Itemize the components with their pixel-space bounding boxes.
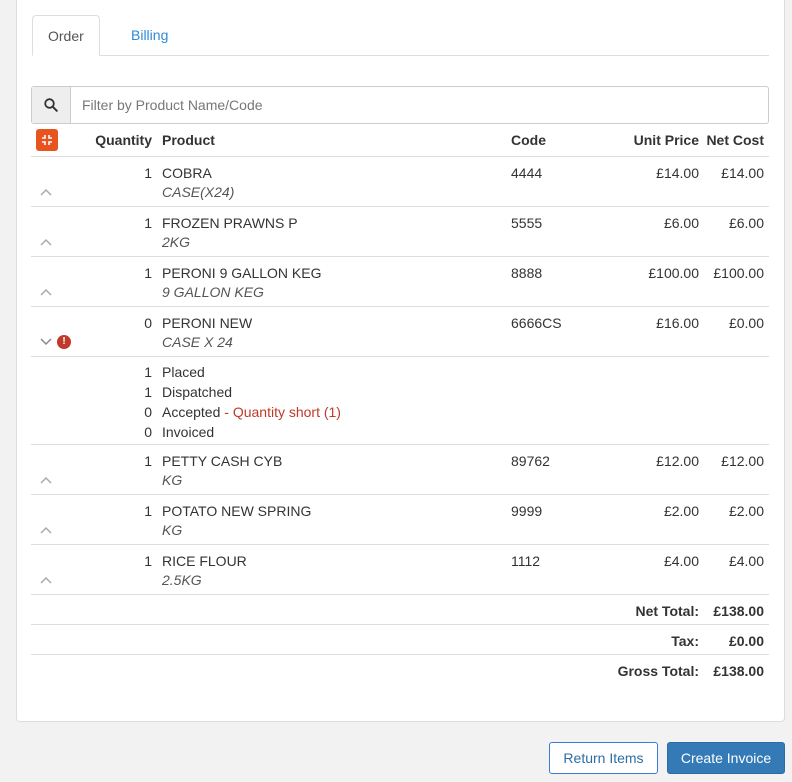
chevron-up-icon[interactable] <box>39 236 53 248</box>
row-code: 4444 <box>511 165 543 181</box>
order-lines-table: Quantity Product Code Unit Price Net Cos… <box>31 124 769 685</box>
row-quantity: 1 <box>144 165 152 181</box>
tax-label: Tax: <box>671 633 699 649</box>
gross-total-value: £138.00 <box>713 663 764 679</box>
detail-label: Dispatched <box>162 384 233 400</box>
row-pack-size: KG <box>162 522 183 538</box>
table-row: 1 FROZEN PRAWNS P 2KG 5555 £6.00 £6.00 <box>31 207 769 257</box>
row-detail: 1 Placed 1 Dispatched 0 Accepted - Quant… <box>31 357 769 445</box>
row-pack-size: KG <box>162 472 183 488</box>
search-icon <box>44 98 58 112</box>
detail-quantity: 0 <box>144 424 152 440</box>
table-row: 1 COBRA CASE(X24) 4444 £14.00 £14.00 <box>31 157 769 207</box>
detail-label: Placed <box>162 364 205 380</box>
gross-total-row: Gross Total: £138.00 <box>31 655 769 685</box>
table-row: 0 PERONI NEW CASE X 24 6666CS £16.00 £0.… <box>31 307 769 357</box>
row-code: 1112 <box>511 553 541 569</box>
product-filter <box>31 86 769 124</box>
row-unit-price: £100.00 <box>648 265 699 281</box>
quantity-short-note: - Quantity short (1) <box>220 404 341 420</box>
detail-quantity: 1 <box>144 364 152 380</box>
detail-quantity: 1 <box>144 384 152 400</box>
table-header: Quantity Product Code Unit Price Net Cos… <box>31 124 769 157</box>
gross-total-label: Gross Total: <box>617 663 699 679</box>
row-quantity: 0 <box>144 315 152 331</box>
net-total-row: Net Total: £138.00 <box>31 595 769 625</box>
row-code: 6666CS <box>511 315 562 331</box>
row-pack-size: 2.5KG <box>162 572 202 588</box>
row-net-cost: £14.00 <box>721 165 764 181</box>
row-net-cost: £4.00 <box>728 553 764 569</box>
row-code: 89762 <box>511 453 550 469</box>
chevron-up-icon[interactable] <box>39 474 53 486</box>
row-product: PETTY CASH CYB <box>162 453 283 469</box>
row-net-cost: £12.00 <box>721 453 764 469</box>
tab-billing[interactable]: Billing <box>116 15 183 56</box>
chevron-down-icon[interactable] <box>39 336 53 348</box>
row-pack-size: CASE X 24 <box>162 334 233 350</box>
row-product: PERONI NEW <box>162 315 253 331</box>
row-product: FROZEN PRAWNS P <box>162 215 298 231</box>
row-unit-price: £16.00 <box>656 315 699 331</box>
row-product: POTATO NEW SPRING <box>162 503 312 519</box>
tab-order[interactable]: Order <box>32 15 100 56</box>
collapse-all-button[interactable] <box>36 129 58 151</box>
detail-label-accepted: Accepted - Quantity short (1) <box>162 402 341 422</box>
row-net-cost: £2.00 <box>728 503 764 519</box>
search-button[interactable] <box>32 87 71 123</box>
search-input[interactable] <box>72 87 762 123</box>
header-unit-price: Unit Price <box>633 132 699 148</box>
row-unit-price: £12.00 <box>656 453 699 469</box>
row-product: PERONI 9 GALLON KEG <box>162 265 322 281</box>
detail-quantity: 0 <box>144 404 152 420</box>
row-pack-size: 9 GALLON KEG <box>162 284 264 300</box>
table-row: 1 RICE FLOUR 2.5KG 1112 £4.00 £4.00 <box>31 545 769 595</box>
header-net-cost: Net Cost <box>706 132 764 148</box>
row-unit-price: £4.00 <box>663 553 699 569</box>
row-product: RICE FLOUR <box>162 553 247 569</box>
row-net-cost: £0.00 <box>728 315 764 331</box>
chevron-up-icon[interactable] <box>39 186 53 198</box>
return-items-button[interactable]: Return Items <box>549 742 658 774</box>
detail-label: Accepted <box>162 404 221 420</box>
row-net-cost: £6.00 <box>728 215 764 231</box>
table-row: 1 PETTY CASH CYB KG 89762 £12.00 £12.00 <box>31 445 769 495</box>
row-unit-price: £6.00 <box>663 215 699 231</box>
collapse-icon <box>42 135 52 145</box>
row-pack-size: 2KG <box>162 234 191 250</box>
row-quantity: 1 <box>144 453 152 469</box>
table-row: 1 PERONI 9 GALLON KEG 9 GALLON KEG 8888 … <box>31 257 769 307</box>
row-quantity: 1 <box>144 265 152 281</box>
row-quantity: 1 <box>144 215 152 231</box>
net-total-label: Net Total: <box>635 603 699 619</box>
header-product: Product <box>162 132 215 148</box>
table-row: 1 POTATO NEW SPRING KG 9999 £2.00 £2.00 <box>31 495 769 545</box>
header-code: Code <box>511 132 546 148</box>
tab-bar: Order Billing <box>32 15 769 56</box>
detail-label: Invoiced <box>162 424 215 440</box>
row-code: 8888 <box>511 265 543 281</box>
header-quantity: Quantity <box>95 132 152 148</box>
chevron-up-icon[interactable] <box>39 524 53 536</box>
row-unit-price: £14.00 <box>656 165 699 181</box>
row-quantity: 1 <box>144 553 152 569</box>
row-code: 9999 <box>511 503 543 519</box>
row-net-cost: £100.00 <box>713 265 764 281</box>
chevron-up-icon[interactable] <box>39 286 53 298</box>
row-code: 5555 <box>511 215 543 231</box>
row-product: COBRA <box>162 165 212 181</box>
row-pack-size: CASE(X24) <box>162 184 235 200</box>
warning-icon: ! <box>57 335 71 349</box>
tax-row: Tax: £0.00 <box>31 625 769 655</box>
tax-value: £0.00 <box>728 633 764 649</box>
row-quantity: 1 <box>144 503 152 519</box>
net-total-value: £138.00 <box>713 603 764 619</box>
create-invoice-button[interactable]: Create Invoice <box>667 742 785 774</box>
row-unit-price: £2.00 <box>663 503 699 519</box>
chevron-up-icon[interactable] <box>39 574 53 586</box>
